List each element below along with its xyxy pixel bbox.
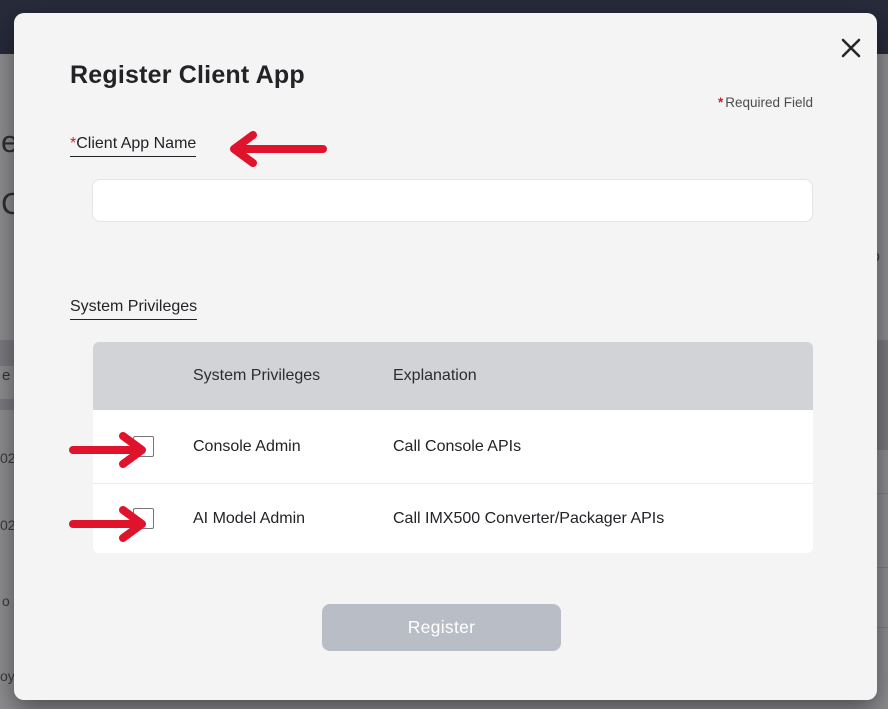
privilege-explanation: Call IMX500 Converter/Packager APIs	[393, 510, 813, 528]
close-icon	[839, 36, 863, 60]
privilege-explanation: Call Console APIs	[393, 438, 813, 456]
background-text-fragment: e	[2, 367, 10, 384]
client-app-name-label: *Client App Name	[70, 135, 196, 157]
system-privileges-label: System Privileges	[70, 298, 197, 320]
explanation-column-header: Explanation	[393, 367, 813, 385]
required-field-note: *Required Field	[718, 95, 813, 110]
annotation-arrow-left-icon	[227, 130, 329, 173]
register-button[interactable]: Register	[322, 604, 561, 651]
dialog-title: Register Client App	[70, 61, 305, 90]
close-button[interactable]	[837, 34, 865, 62]
system-privileges-table: System Privileges Explanation Console Ad…	[93, 342, 813, 553]
annotation-arrow-right-icon	[68, 506, 148, 547]
annotation-arrow-right-icon	[68, 432, 148, 473]
privileges-column-header: System Privileges	[193, 367, 393, 385]
privilege-name: AI Model Admin	[193, 510, 393, 528]
screen: e C s so t t e 02 02 o oy Register Clien…	[0, 0, 888, 709]
client-app-name-input[interactable]	[92, 179, 813, 222]
background-row-fragment: oy	[0, 668, 15, 684]
privilege-name: Console Admin	[193, 438, 393, 456]
required-asterisk: *	[718, 95, 723, 110]
table-header-row: System Privileges Explanation	[93, 342, 813, 410]
table-row: Console Admin Call Console APIs	[93, 410, 813, 483]
table-row: AI Model Admin Call IMX500 Converter/Pac…	[93, 483, 813, 553]
background-row-fragment: o	[2, 593, 10, 609]
register-client-app-dialog: Register Client App *Required Field *Cli…	[14, 13, 877, 700]
